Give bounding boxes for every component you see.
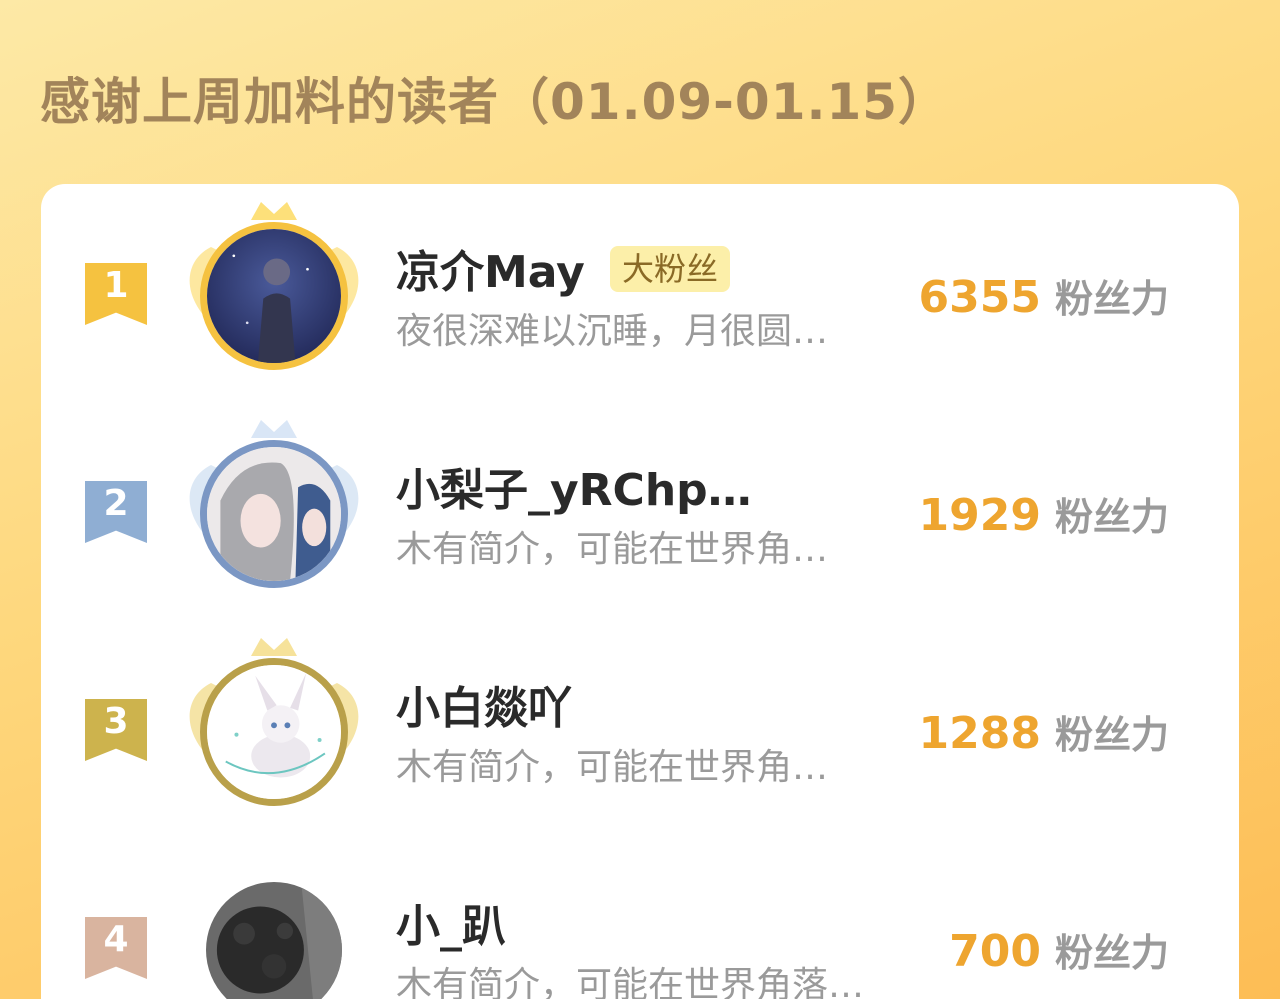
user-bio: 夜很深难以沉睡，月很圆… [396, 311, 829, 352]
reader-row[interactable]: 4 小_趴 木有简介，可能在世界角落… 700 粉丝力 [41, 838, 1239, 999]
user-name[interactable]: 小_趴 [396, 890, 506, 954]
rank-number: 1 [103, 265, 129, 306]
score-unit: 粉丝力 [1054, 713, 1169, 757]
page: 感谢上周加料的读者（01.09-01.15） 1 凉介May 大粉丝 夜很深难以… [0, 0, 1280, 999]
reader-row[interactable]: 2 小梨子_yRChp… 木有简介，可能在世界角… 1929 粉丝力 [41, 402, 1239, 602]
rank-badge: 1 [85, 263, 147, 325]
score-value: 6355 [918, 272, 1041, 323]
avatar-frame[interactable] [171, 410, 377, 600]
fan-power-score: 1288 粉丝力 [919, 704, 1169, 759]
avatar-frame[interactable] [171, 846, 377, 999]
score-unit: 粉丝力 [1054, 277, 1169, 321]
score-value: 1929 [918, 490, 1041, 541]
user-name[interactable]: 凉介May [396, 236, 585, 300]
user-bio: 木有简介，可能在世界角… [396, 529, 829, 570]
score-unit: 粉丝力 [1054, 495, 1169, 539]
reader-row[interactable]: 1 凉介May 大粉丝 夜很深难以沉睡，月很圆… 6355 粉丝力 [41, 184, 1239, 384]
avatar [200, 440, 348, 588]
page-title: 感谢上周加料的读者（01.09-01.15） [40, 73, 950, 131]
fan-level-badge: 大粉丝 [610, 246, 731, 292]
rank-number: 4 [103, 919, 129, 960]
leaderboard-card: 1 凉介May 大粉丝 夜很深难以沉睡，月很圆… 6355 粉丝力 2 小梨子_… [41, 184, 1239, 999]
user-bio: 木有简介，可能在世界角… [396, 747, 829, 788]
score-value: 1288 [918, 708, 1041, 759]
score-unit: 粉丝力 [1054, 931, 1169, 975]
rank-badge: 2 [85, 481, 147, 543]
avatar [200, 222, 348, 370]
avatar-frame[interactable] [171, 192, 377, 382]
avatar [200, 658, 348, 806]
rank-number: 2 [103, 483, 129, 524]
user-bio: 木有简介，可能在世界角落… [396, 965, 865, 999]
avatar-frame[interactable] [171, 628, 377, 818]
score-value: 700 [949, 926, 1041, 977]
avatar [206, 882, 342, 999]
fan-power-score: 1929 粉丝力 [919, 486, 1169, 541]
fan-power-score: 6355 粉丝力 [919, 268, 1169, 323]
user-name[interactable]: 小梨子_yRChp… [396, 454, 752, 518]
rank-badge: 4 [85, 917, 147, 979]
fan-power-score: 700 粉丝力 [949, 922, 1169, 977]
rank-badge: 3 [85, 699, 147, 761]
user-name[interactable]: 小白燚吖 [396, 672, 572, 736]
rank-number: 3 [103, 701, 129, 742]
reader-row[interactable]: 3 小白燚吖 木有简介，可能在世界角… 1288 粉丝力 [41, 620, 1239, 820]
